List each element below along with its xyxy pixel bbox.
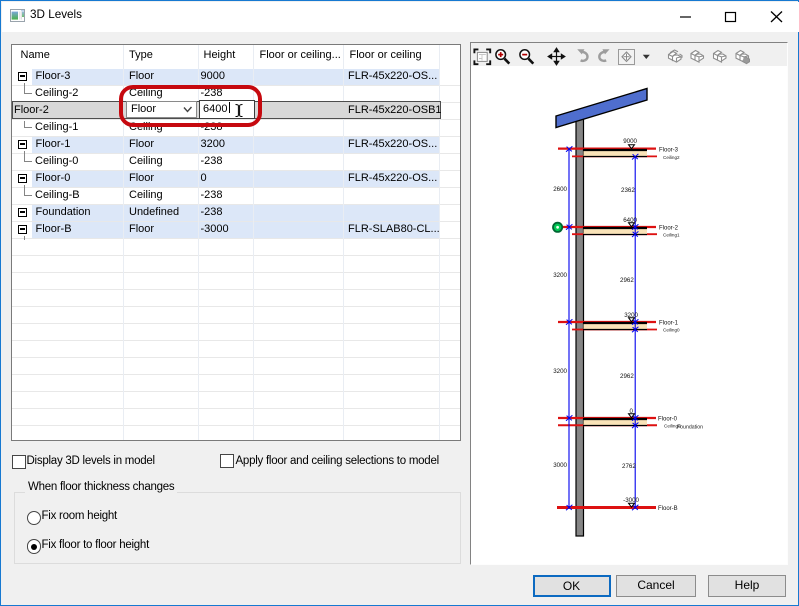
svg-text:6400: 6400 bbox=[623, 217, 637, 224]
svg-text:2600: 2600 bbox=[553, 186, 567, 193]
svg-text:Floor-B: Floor-B bbox=[658, 506, 678, 512]
svg-text:-3000: -3000 bbox=[623, 497, 639, 504]
svg-text:Floor-0: Floor-0 bbox=[658, 417, 678, 423]
svg-text:3000: 3000 bbox=[553, 462, 567, 469]
svg-text:2362: 2362 bbox=[621, 187, 635, 194]
svg-text:3200: 3200 bbox=[624, 312, 638, 319]
svg-text:Floor-1: Floor-1 bbox=[659, 321, 679, 327]
svg-text:Ceiling1: Ceiling1 bbox=[663, 233, 680, 238]
svg-text:2962: 2962 bbox=[620, 277, 634, 284]
svg-text:Floor-2: Floor-2 bbox=[659, 226, 679, 232]
svg-text:Ceiling2: Ceiling2 bbox=[663, 155, 680, 160]
svg-text:0: 0 bbox=[630, 408, 634, 415]
svg-text:3200: 3200 bbox=[553, 368, 567, 375]
svg-text:Foundation: Foundation bbox=[677, 425, 703, 431]
svg-text:9000: 9000 bbox=[623, 138, 637, 145]
svg-text:Floor-3: Floor-3 bbox=[659, 148, 679, 154]
svg-text:Ceiling0: Ceiling0 bbox=[663, 328, 680, 333]
svg-text:2762: 2762 bbox=[622, 463, 636, 470]
svg-text:3200: 3200 bbox=[553, 272, 567, 279]
svg-text:2962: 2962 bbox=[620, 373, 634, 380]
